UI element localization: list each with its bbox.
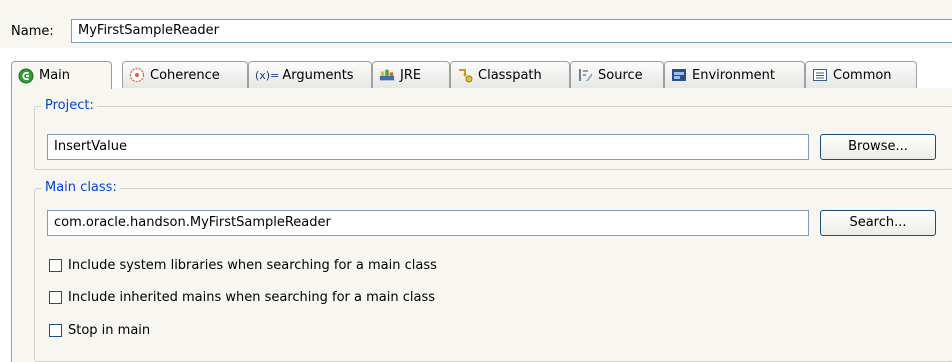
jre-icon [379, 67, 395, 83]
include-system-libraries-label: Include system libraries when searching … [68, 258, 437, 273]
tab-source[interactable]: Source [570, 61, 664, 88]
tab-main-label: Main [39, 68, 71, 83]
common-icon [812, 67, 828, 83]
browse-button[interactable]: Browse... [820, 134, 936, 160]
name-input[interactable]: MyFirstSampleReader [71, 19, 952, 43]
name-row: Name: MyFirstSampleReader [0, 0, 952, 48]
coherence-icon [129, 67, 145, 83]
stop-in-main-option[interactable]: Stop in main [49, 323, 150, 338]
tab-bar: Main Coherence (x)= Arguments JRE Classp… [11, 61, 952, 89]
arguments-icon: (x)= [255, 68, 280, 82]
source-icon [577, 67, 593, 83]
name-label: Name: [11, 24, 54, 39]
stop-in-main-checkbox[interactable] [49, 324, 62, 337]
tab-environment[interactable]: Environment [664, 61, 805, 88]
main-icon [18, 68, 34, 84]
tab-main[interactable]: Main [11, 61, 112, 89]
search-button[interactable]: Search... [820, 210, 936, 236]
include-inherited-mains-option[interactable]: Include inherited mains when searching f… [49, 290, 435, 305]
tab-jre-label: JRE [400, 67, 422, 83]
main-class-group-title: Main class: [42, 180, 120, 196]
tab-classpath[interactable]: Classpath [450, 61, 570, 88]
tab-coherence-label: Coherence [150, 67, 220, 83]
project-group-title: Project: [42, 98, 97, 114]
main-class-input[interactable]: com.oracle.handson.MyFirstSampleReader [47, 210, 809, 236]
tab-jre[interactable]: JRE [372, 61, 450, 88]
stop-in-main-label: Stop in main [68, 323, 151, 338]
tab-coherence[interactable]: Coherence [122, 61, 248, 88]
tab-source-label: Source [598, 67, 643, 83]
environment-icon [671, 67, 687, 83]
project-input[interactable]: InsertValue [47, 134, 809, 160]
main-tab-panel: Project: InsertValue Browse... Main clas… [11, 88, 952, 362]
include-inherited-mains-checkbox[interactable] [49, 291, 62, 304]
classpath-icon [457, 67, 473, 83]
include-system-libraries-checkbox[interactable] [49, 259, 62, 272]
include-inherited-mains-label: Include inherited mains when searching f… [68, 290, 436, 305]
tab-common-label: Common [833, 67, 892, 83]
tab-classpath-label: Classpath [478, 67, 542, 83]
tab-arguments-label: Arguments [282, 67, 354, 83]
tab-common[interactable]: Common [805, 61, 917, 88]
tab-environment-label: Environment [692, 67, 776, 83]
launch-configuration-editor: Name: MyFirstSampleReader Main Coherence [0, 0, 952, 362]
tab-arguments[interactable]: (x)= Arguments [248, 61, 372, 88]
include-system-libraries-option[interactable]: Include system libraries when searching … [49, 258, 437, 273]
